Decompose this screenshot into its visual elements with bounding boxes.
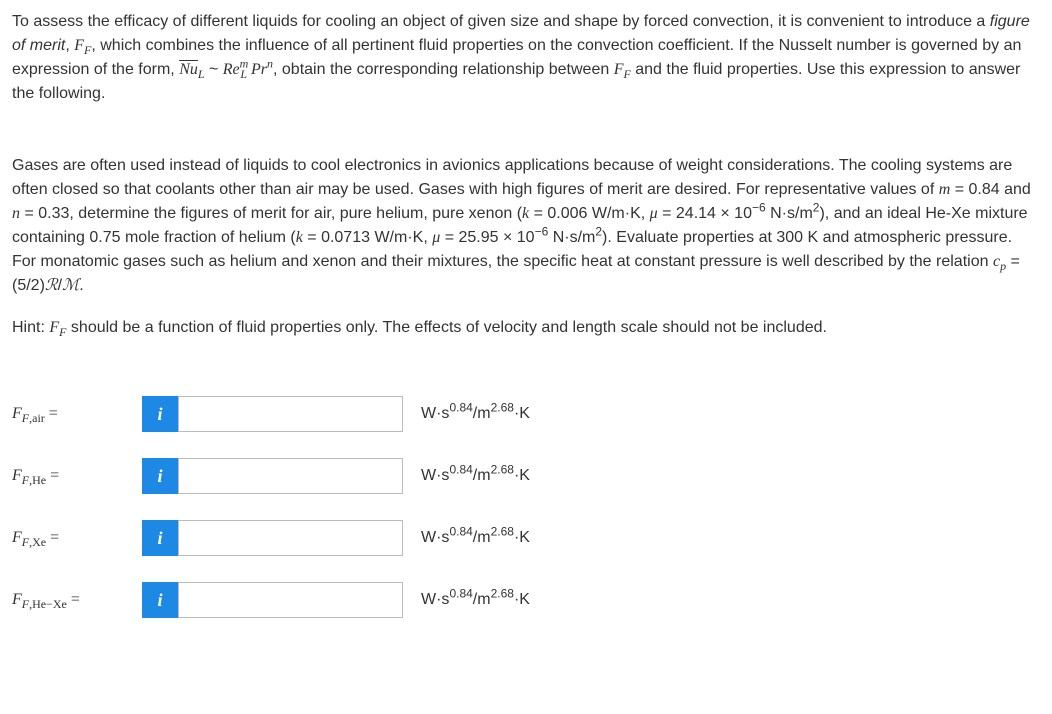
answer-label: FF,air = bbox=[12, 402, 142, 426]
info-button[interactable]: i bbox=[142, 458, 178, 494]
answer-unit: W·s0.84/m2.68·K bbox=[421, 526, 530, 550]
answer-row-air: FF,air = i W·s0.84/m2.68·K bbox=[12, 396, 1040, 432]
answer-unit: W·s0.84/m2.68·K bbox=[421, 464, 530, 488]
answer-label: FF,He−Xe = bbox=[12, 588, 142, 612]
answer-label: FF,Xe = bbox=[12, 526, 142, 550]
info-button[interactable]: i bbox=[142, 396, 178, 432]
hint-paragraph: Hint: FF should be a function of fluid p… bbox=[12, 316, 1040, 340]
answer-unit: W·s0.84/m2.68·K bbox=[421, 402, 530, 426]
answer-input-air[interactable] bbox=[178, 396, 403, 432]
answer-row-xe: FF,Xe = i W·s0.84/m2.68·K bbox=[12, 520, 1040, 556]
answer-input-he[interactable] bbox=[178, 458, 403, 494]
body-paragraph: Gases are often used instead of liquids … bbox=[12, 154, 1040, 298]
answer-label: FF,He = bbox=[12, 464, 142, 488]
intro-paragraph: To assess the efficacy of different liqu… bbox=[12, 10, 1040, 106]
answer-row-he: FF,He = i W·s0.84/m2.68·K bbox=[12, 458, 1040, 494]
info-button[interactable]: i bbox=[142, 582, 178, 618]
answer-input-xe[interactable] bbox=[178, 520, 403, 556]
info-button[interactable]: i bbox=[142, 520, 178, 556]
answers-section: FF,air = i W·s0.84/m2.68·K FF,He = i W·s… bbox=[12, 396, 1040, 618]
answer-row-hexe: FF,He−Xe = i W·s0.84/m2.68·K bbox=[12, 582, 1040, 618]
answer-input-hexe[interactable] bbox=[178, 582, 403, 618]
answer-unit: W·s0.84/m2.68·K bbox=[421, 588, 530, 612]
